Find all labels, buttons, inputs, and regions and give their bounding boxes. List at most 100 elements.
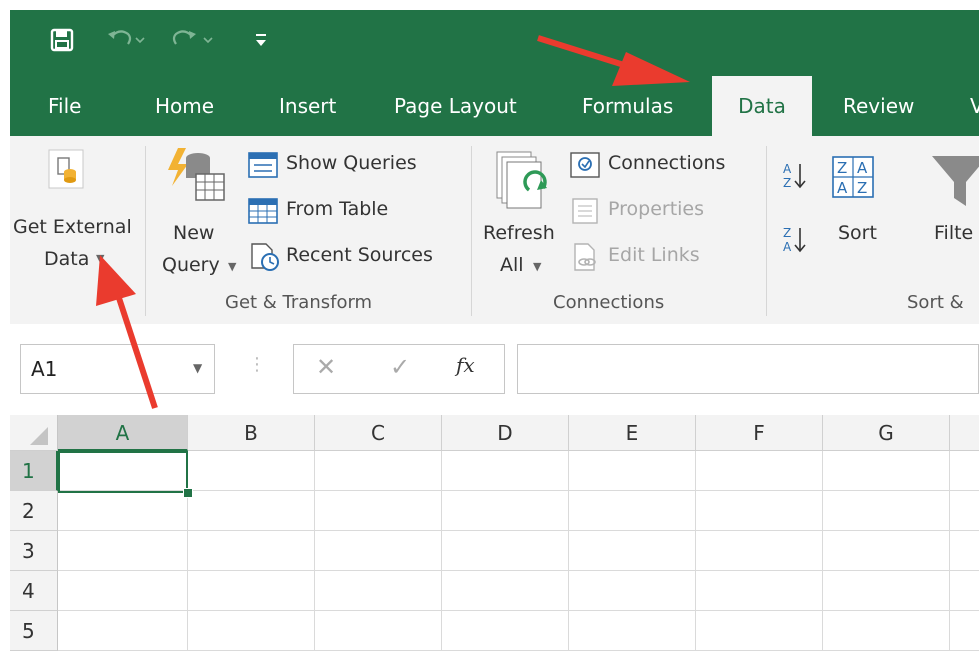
cell[interactable] [569, 531, 696, 571]
window-top-edge [0, 0, 979, 10]
row-header-3[interactable]: 3 [10, 531, 58, 571]
tab-view[interactable]: V [970, 76, 979, 136]
cell[interactable] [950, 571, 979, 611]
cell[interactable] [58, 531, 188, 571]
column-header-e[interactable]: E [569, 415, 696, 451]
sort-button[interactable]: ZAAZ Sort [828, 148, 888, 268]
save-icon[interactable] [50, 28, 74, 58]
cell[interactable] [442, 491, 569, 531]
cell[interactable] [188, 571, 315, 611]
cell[interactable] [442, 571, 569, 611]
edit-links-button[interactable]: Edit Links [570, 242, 760, 272]
cell[interactable] [823, 531, 950, 571]
undo-icon[interactable] [106, 26, 146, 58]
enter-checkmark-icon[interactable]: ✓ [390, 353, 410, 381]
column-header-c[interactable]: C [315, 415, 442, 451]
cell[interactable] [569, 611, 696, 651]
cell[interactable] [569, 451, 696, 491]
cell[interactable] [58, 491, 188, 531]
cell[interactable] [950, 491, 979, 531]
cell[interactable] [696, 451, 823, 491]
from-table-button[interactable]: From Table [248, 196, 448, 226]
cell[interactable] [442, 451, 569, 491]
filter-label: Filte [934, 222, 974, 244]
show-queries-button[interactable]: Show Queries [248, 150, 448, 180]
cell[interactable] [315, 491, 442, 531]
formula-bar: A1 ▼ ⋮ ✕ ✓ fx [10, 324, 979, 417]
customize-qat-icon[interactable] [254, 30, 268, 56]
column-header-a[interactable]: A [58, 415, 188, 451]
name-box[interactable]: A1 ▼ [20, 344, 215, 394]
tab-review[interactable]: Review [843, 76, 914, 136]
name-box-value: A1 [31, 357, 58, 381]
tab-insert[interactable]: Insert [279, 76, 336, 136]
tab-file[interactable]: File [48, 76, 81, 136]
group-separator [145, 146, 146, 316]
row-header-4[interactable]: 4 [10, 571, 58, 611]
svg-text:Z: Z [783, 226, 791, 240]
new-query-button[interactable]: New Query ▼ [150, 136, 245, 286]
formula-input[interactable] [517, 344, 979, 394]
from-table-label: From Table [286, 198, 389, 220]
cell[interactable] [58, 571, 188, 611]
svg-text:A: A [837, 179, 848, 197]
row-header-5[interactable]: 5 [10, 611, 58, 651]
cell[interactable] [315, 611, 442, 651]
insert-function-icon[interactable]: fx [456, 353, 475, 377]
cell[interactable] [950, 451, 979, 491]
cell[interactable] [315, 531, 442, 571]
cell[interactable] [315, 451, 442, 491]
cell[interactable] [823, 491, 950, 531]
cell[interactable] [569, 571, 696, 611]
column-header-b[interactable]: B [188, 415, 315, 451]
tab-data[interactable]: Data [712, 76, 812, 136]
get-external-data-button[interactable]: Get External Data ▼ [10, 136, 145, 286]
cell[interactable] [696, 491, 823, 531]
cell[interactable] [188, 611, 315, 651]
cell[interactable] [188, 491, 315, 531]
select-all-button[interactable] [10, 415, 58, 451]
tab-home[interactable]: Home [155, 76, 214, 136]
name-box-dropdown-icon[interactable]: ▼ [193, 361, 202, 375]
refresh-all-button[interactable]: Refresh All ▼ [475, 136, 565, 286]
sort-a-to-z-icon[interactable]: AZ [780, 160, 810, 194]
cell[interactable] [823, 571, 950, 611]
row-header-1[interactable]: 1 [10, 451, 58, 491]
new-query-icon [164, 144, 226, 208]
column-header-f[interactable]: F [696, 415, 823, 451]
active-cell-a1[interactable] [58, 451, 188, 493]
sort-z-to-a-icon[interactable]: ZA [780, 224, 810, 258]
column-header-g[interactable]: G [823, 415, 950, 451]
properties-button[interactable]: Properties [570, 196, 760, 226]
cell[interactable] [950, 611, 979, 651]
worksheet-grid[interactable]: ABCDEFG 12345 [10, 415, 979, 651]
cell[interactable] [442, 611, 569, 651]
cell[interactable] [950, 531, 979, 571]
fill-handle[interactable] [183, 488, 193, 498]
dropdown-caret-icon: ▼ [533, 260, 542, 273]
cell[interactable] [442, 531, 569, 571]
column-header-partial[interactable] [950, 415, 979, 451]
connections-button[interactable]: Connections [570, 150, 760, 180]
tab-page-layout[interactable]: Page Layout [394, 76, 517, 136]
cell[interactable] [823, 611, 950, 651]
cell[interactable] [188, 451, 315, 491]
redo-icon[interactable] [172, 26, 218, 58]
cell[interactable] [696, 531, 823, 571]
cell[interactable] [188, 531, 315, 571]
recent-sources-button[interactable]: Recent Sources [248, 242, 468, 272]
column-header-d[interactable]: D [442, 415, 569, 451]
tab-formulas[interactable]: Formulas [582, 76, 673, 136]
refresh-all-label-2: All [500, 254, 524, 276]
cell[interactable] [823, 451, 950, 491]
cell[interactable] [58, 611, 188, 651]
edit-links-label: Edit Links [608, 244, 700, 266]
cell[interactable] [569, 491, 696, 531]
filter-button[interactable]: Filte [922, 148, 979, 268]
group-separator [766, 146, 767, 316]
cell[interactable] [696, 571, 823, 611]
cancel-icon[interactable]: ✕ [316, 353, 336, 381]
cell[interactable] [696, 611, 823, 651]
cell[interactable] [315, 571, 442, 611]
row-header-2[interactable]: 2 [10, 491, 58, 531]
